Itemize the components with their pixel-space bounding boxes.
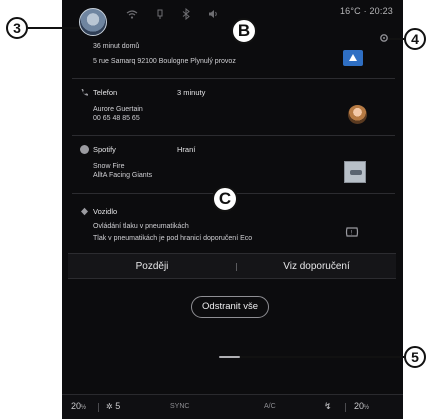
right-temperature[interactable]: 20½ — [354, 401, 369, 411]
zone-marker-b: B — [231, 18, 257, 44]
spotify-icon — [80, 145, 89, 154]
svg-text:!: ! — [351, 230, 353, 237]
see-recommendation-button[interactable]: Viz doporučení — [237, 254, 396, 280]
callout-3-leader — [28, 27, 80, 29]
left-temperature[interactable]: 20½ — [71, 401, 86, 411]
divider — [72, 135, 395, 136]
climate-bar: 20½ ✲ 5 SYNC A/C ↯ 20½ — [62, 394, 403, 419]
phone-icon — [80, 88, 89, 97]
zone-marker-c: C — [212, 186, 238, 212]
divider — [345, 403, 346, 412]
callout-4-leader — [388, 38, 404, 40]
fan-speed[interactable]: ✲ 5 — [106, 401, 120, 411]
left-temp-value: 20 — [71, 401, 82, 411]
vehicle-icon — [80, 207, 89, 216]
callout-4: 4 — [404, 28, 426, 50]
temperature-time: 16°C · 20:23 — [339, 6, 393, 16]
phone-subtitle: 3 minuty — [177, 88, 206, 97]
vehicle-title: Vozidlo — [93, 207, 118, 216]
phone-contact-name: Aurore Guertain — [93, 106, 143, 113]
user-profile-avatar[interactable] — [79, 8, 107, 36]
drag-handle[interactable] — [219, 356, 240, 358]
left-temp-unit: ½ — [81, 405, 87, 411]
callout-5-leader — [240, 356, 404, 358]
fan-level: 5 — [115, 401, 121, 411]
nav-address: 5 rue Samarq 92100 Boulogne Plynulý prov… — [93, 58, 236, 65]
later-button[interactable]: Později — [68, 254, 236, 280]
volume-icon — [207, 8, 219, 20]
callout-3: 3 — [6, 17, 28, 39]
track-artist-album: AlltA Facing Giants — [93, 172, 153, 179]
notification-actions: Později Viz doporučení — [68, 253, 396, 279]
tire-pressure-icon: ! — [345, 226, 361, 238]
ac-button[interactable]: A/C — [264, 403, 276, 410]
wifi-icon — [126, 8, 138, 20]
spotify-subtitle: Hraní — [177, 145, 196, 154]
right-temp-value: 20 — [354, 401, 365, 411]
bluetooth-icon — [180, 7, 192, 21]
sync-button[interactable]: SYNC — [170, 403, 189, 410]
navigation-arrow-icon[interactable] — [343, 50, 363, 66]
seat-airflow-icon[interactable]: ↯ — [324, 401, 332, 412]
contact-photo — [348, 105, 367, 124]
phone-title: Telefon — [93, 88, 118, 97]
divider — [98, 403, 99, 412]
usb-icon — [154, 8, 166, 20]
nav-eta: 36 minut domů — [93, 43, 140, 50]
track-name: Snow Fire — [93, 163, 125, 170]
album-art — [344, 161, 366, 183]
tire-pressure-heading: Ovládání tlaku v pneumatikách — [93, 223, 189, 230]
right-temp-unit: ½ — [364, 405, 370, 411]
spotify-title: Spotify — [93, 145, 116, 154]
divider — [72, 78, 395, 79]
fan-icon: ✲ — [106, 402, 113, 411]
callout-5: 5 — [404, 346, 426, 368]
phone-contact-number: 00 65 48 85 65 — [93, 115, 140, 122]
status-bar: 16°C · 20:23 — [62, 0, 403, 36]
tire-pressure-message: Tlak v pneumatikách je pod hranicí dopor… — [93, 235, 253, 242]
clear-all-button[interactable]: Odstranit vše — [191, 296, 269, 318]
